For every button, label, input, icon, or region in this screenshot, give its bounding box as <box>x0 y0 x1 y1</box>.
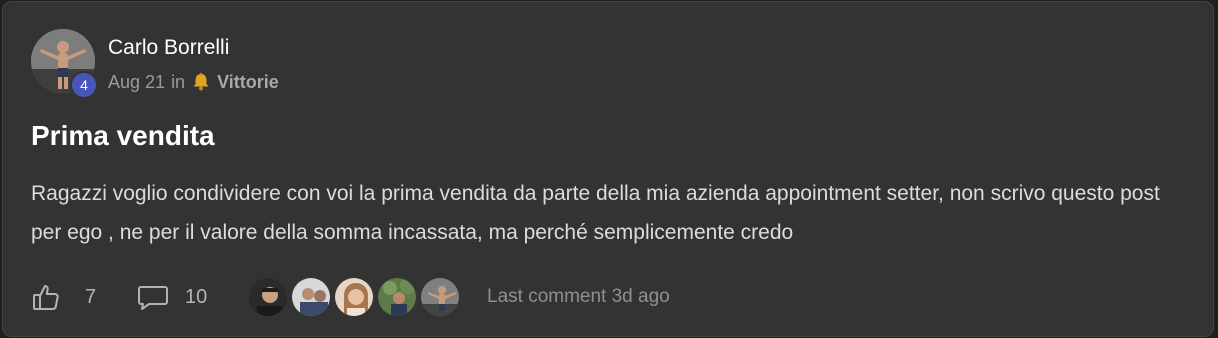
in-label: in <box>171 72 186 92</box>
author-name[interactable]: Carlo Borrelli <box>108 35 229 61</box>
commenter-avatar[interactable] <box>376 276 418 318</box>
author-avatar-container[interactable]: 4 <box>31 29 98 99</box>
category-link[interactable]: Vittorie <box>217 70 279 94</box>
post-body[interactable]: Ragazzi voglio condividere con voi la pr… <box>31 174 1191 252</box>
post-meta: Aug 21 in Vittorie <box>108 70 279 94</box>
like-count: 7 <box>85 286 97 308</box>
commenter-avatar[interactable] <box>247 276 289 318</box>
last-comment-time[interactable]: Last comment 3d ago <box>487 285 670 309</box>
commenter-avatar[interactable] <box>419 276 461 318</box>
commenter-avatars[interactable] <box>247 276 467 318</box>
bell-icon <box>191 72 211 92</box>
post-card[interactable]: 4 Carlo Borrelli Aug 21 in Vittorie Prim… <box>2 1 1214 337</box>
post-date[interactable]: Aug 21 <box>108 70 165 94</box>
thumbs-up-icon[interactable] <box>31 282 61 312</box>
post-footer: 7 10 Last comment 3d ago <box>31 276 1191 318</box>
comment-count: 10 <box>185 286 208 308</box>
commenter-avatar[interactable] <box>333 276 375 318</box>
comment-icon[interactable] <box>137 282 169 312</box>
level-badge: 4 <box>70 71 98 99</box>
post-title[interactable]: Prima vendita <box>31 118 215 154</box>
commenter-avatar[interactable] <box>290 276 332 318</box>
